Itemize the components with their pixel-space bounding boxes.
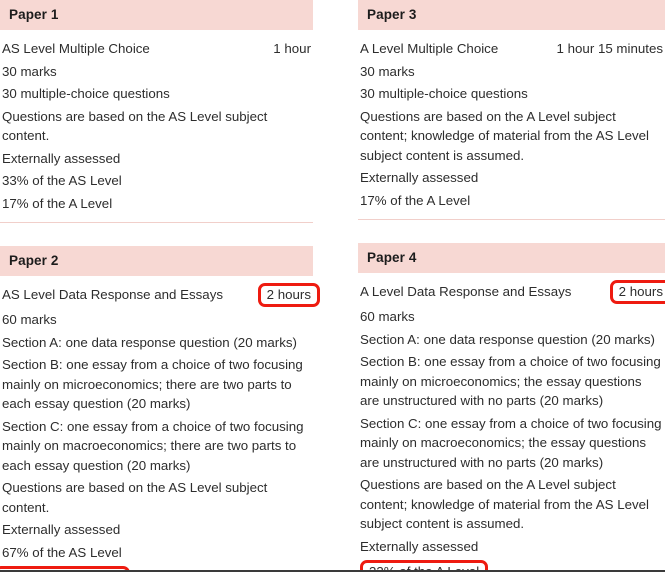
paper-2-name-row: AS Level Data Response and Essays 2 hour… xyxy=(2,283,320,309)
paper-3-name-row: A Level Multiple Choice 1 hour 15 minute… xyxy=(360,38,663,61)
paper-4-section-b: Section B: one essay from a choice of tw… xyxy=(360,354,661,408)
right-column: Paper 3 A Level Multiple Choice 1 hour 1… xyxy=(358,0,665,570)
paper-3-weight-a: 17% of the A Level xyxy=(360,192,471,208)
right-column-spacer xyxy=(358,220,665,243)
paper-1-duration: 1 hour xyxy=(273,41,311,56)
paper-2-weight-as: 67% of the AS Level xyxy=(2,544,122,560)
paper-3-basis: Questions are based on the A Level subje… xyxy=(360,108,649,163)
paper-4-marks: 60 marks xyxy=(360,309,415,324)
paper-2-body: AS Level Data Response and Essays 2 hour… xyxy=(0,276,320,570)
paper-4-weight-a-row: 33% of the A Level xyxy=(360,558,663,572)
paper-4-duration-wrap: 2 hours xyxy=(609,280,665,304)
papers-columns: Paper 1 AS Level Multiple Choice 1 hour … xyxy=(0,0,665,570)
paper-3-title: Paper 3 xyxy=(358,0,665,30)
paper-3-marks: 30 marks xyxy=(360,63,415,79)
paper-3-name: A Level Multiple Choice xyxy=(360,41,499,56)
paper-3-card: Paper 3 A Level Multiple Choice 1 hour 1… xyxy=(358,0,665,220)
paper-2-section-b: Section B: one essay from a choice of tw… xyxy=(2,357,303,411)
paper-4-title: Paper 4 xyxy=(358,243,665,273)
paper-2-card: Paper 2 AS Level Data Response and Essay… xyxy=(0,246,320,570)
paper-1-marks: 30 marks xyxy=(2,63,57,79)
paper-2-title: Paper 2 xyxy=(0,246,313,276)
paper-1-card: Paper 1 AS Level Multiple Choice 1 hour … xyxy=(0,0,313,223)
paper-4-basis: Questions are based on the A Level subje… xyxy=(360,477,649,531)
paper-2-basis: Questions are based on the AS Level subj… xyxy=(2,480,268,515)
paper-1-title: Paper 1 xyxy=(0,0,313,30)
paper-4-card: Paper 4 A Level Data Response and Essays… xyxy=(358,243,665,572)
paper-4-assessment: Externally assessed xyxy=(360,538,479,554)
paper-1-weight-a: 17% of the A Level xyxy=(2,195,113,211)
paper-2-weight-a-highlight: 33% of the A Level xyxy=(0,566,131,570)
paper-2-name: AS Level Data Response and Essays xyxy=(2,287,224,302)
paper-2-weight-a-row: 33% of the A Level xyxy=(0,564,311,570)
paper-1-questions: 30 multiple-choice questions xyxy=(2,86,170,101)
paper-1-divider xyxy=(0,222,313,223)
paper-4-body: A Level Data Response and Essays 2 hours… xyxy=(358,273,665,572)
paper-1-body: AS Level Multiple Choice 1 hour 30 marks… xyxy=(0,30,313,215)
column-gutter xyxy=(313,0,358,570)
paper-2-assessment: Externally assessed xyxy=(2,522,121,537)
paper-4-duration: 2 hours xyxy=(618,284,663,299)
paper-2-duration: 2 hours xyxy=(266,287,311,302)
paper-4-weight-a-highlight: 33% of the A Level xyxy=(360,560,489,572)
paper-3-assessment: Externally assessed xyxy=(360,170,479,185)
paper-3-duration: 1 hour 15 minutes xyxy=(556,41,663,56)
paper-2-section-a: Section A: one data response question (2… xyxy=(2,334,297,350)
paper-4-weight-a: 33% of the A Level xyxy=(369,564,480,572)
exam-papers-page: Paper 1 AS Level Multiple Choice 1 hour … xyxy=(0,0,665,572)
paper-1-assessment: Externally assessed xyxy=(2,150,121,166)
paper-4-name-row: A Level Data Response and Essays 2 hours xyxy=(360,280,665,306)
paper-1-name-row: AS Level Multiple Choice 1 hour xyxy=(2,38,311,61)
paper-3-divider xyxy=(358,219,665,220)
paper-2-section-c: Section C: one essay from a choice of tw… xyxy=(2,418,304,473)
paper-3-questions: 30 multiple-choice questions xyxy=(360,86,528,101)
paper-4-duration-highlight: 2 hours xyxy=(609,280,665,304)
paper-1-weight-as: 33% of the AS Level xyxy=(2,173,122,188)
paper-4-name: A Level Data Response and Essays xyxy=(360,284,572,299)
paper-4-section-a: Section A: one data response question (2… xyxy=(360,331,655,347)
paper-1-name: AS Level Multiple Choice xyxy=(2,41,150,56)
paper-4-section-c: Section C: one essay from a choice of tw… xyxy=(360,415,662,470)
left-column: Paper 1 AS Level Multiple Choice 1 hour … xyxy=(0,0,320,570)
paper-3-body: A Level Multiple Choice 1 hour 15 minute… xyxy=(358,30,665,212)
left-column-spacer xyxy=(0,223,313,246)
paper-2-duration-highlight: 2 hours xyxy=(257,283,320,307)
paper-2-marks: 60 marks xyxy=(2,312,57,327)
paper-1-basis: Questions are based on the AS Level subj… xyxy=(2,108,268,144)
paper-2-duration-wrap: 2 hours xyxy=(257,283,320,307)
